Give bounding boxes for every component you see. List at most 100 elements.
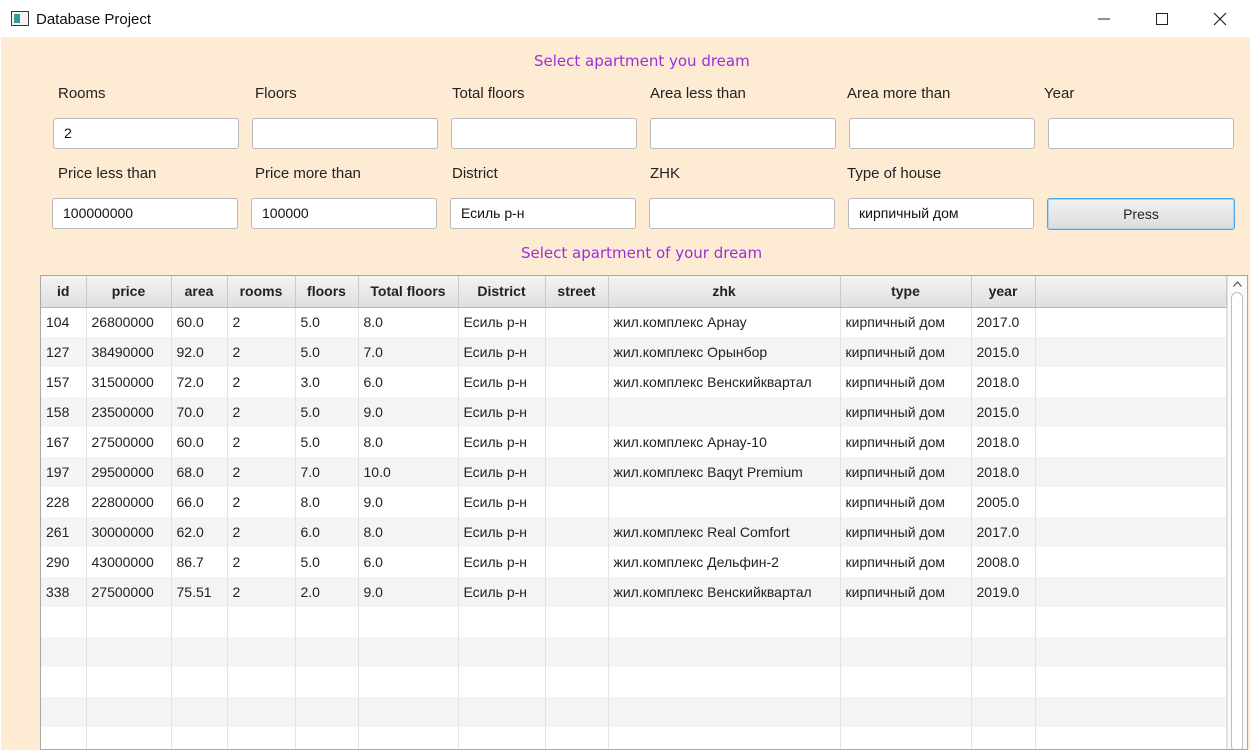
cell-rooms: 2 — [227, 367, 296, 397]
column-header-floors[interactable]: floors — [295, 276, 359, 308]
table-row[interactable]: 290 43000000 86.7 2 5.0 6.0 Есиль р-н жил.компл… — [41, 547, 1227, 577]
cell-id: 261 — [41, 517, 87, 547]
column-header-zhk[interactable]: zhk — [608, 276, 841, 308]
scroll-up-icon[interactable] — [1233, 281, 1242, 287]
cell-type: кирпичный дом — [840, 577, 972, 607]
column-header-year[interactable]: year — [971, 276, 1036, 308]
title-bar: Database Project — [0, 0, 1250, 38]
scrollbar-thumb[interactable] — [1231, 292, 1243, 749]
type-of-house-input[interactable]: кирпичный дом — [848, 198, 1034, 229]
table-row[interactable] — [41, 607, 1227, 637]
cell-price: 30000000 — [86, 517, 172, 547]
cell-id — [41, 637, 87, 667]
maximize-button[interactable] — [1134, 0, 1192, 38]
rooms-input[interactable]: 2 — [53, 118, 239, 149]
cell-id: 338 — [41, 577, 87, 607]
zhk-input[interactable] — [649, 198, 835, 229]
year-input[interactable] — [1048, 118, 1234, 149]
cell-price: 27500000 — [86, 427, 172, 457]
table-row[interactable]: 167 27500000 60.0 2 5.0 8.0 Есиль р-н жил.компл… — [41, 427, 1227, 457]
cell-type: кирпичный дом — [840, 427, 972, 457]
cell-type: кирпичный дом — [840, 397, 972, 427]
price-less-than-input[interactable]: 100000000 — [52, 198, 238, 229]
table-row[interactable]: 338 27500000 75.51 2 2.0 9.0 Есиль р-н жил.комп… — [41, 577, 1227, 607]
cell-district — [458, 637, 546, 667]
area-less-than-input[interactable] — [650, 118, 836, 149]
floors-input[interactable] — [252, 118, 438, 149]
cell-district: Есиль р-н — [458, 397, 546, 427]
cell-total-floors — [358, 607, 459, 637]
cell-id — [41, 697, 87, 727]
table-row[interactable]: 158 23500000 70.0 2 5.0 9.0 Есиль р-н кирпичный… — [41, 397, 1227, 427]
cell-year — [971, 697, 1036, 727]
cell-rooms — [227, 637, 296, 667]
cell-price — [86, 667, 172, 697]
cell-area: 66.0 — [171, 487, 228, 517]
table-row[interactable] — [41, 667, 1227, 697]
cell-year: 2017.0 — [971, 517, 1036, 547]
cell-rooms: 2 — [227, 517, 296, 547]
cell-price: 26800000 — [86, 307, 172, 337]
cell-floors — [295, 697, 359, 727]
cell-district: Есиль р-н — [458, 547, 546, 577]
cell-area — [171, 727, 228, 749]
vertical-scrollbar[interactable] — [1227, 276, 1247, 749]
column-header-total-floors[interactable]: Total floors — [358, 276, 459, 308]
cell-type: кирпичный дом — [840, 337, 972, 367]
results-table[interactable]: id price area rooms floors Total floors … — [40, 275, 1248, 750]
cell-zhk: жил.комплекс Real Comfort — [608, 517, 841, 547]
column-header-street[interactable]: street — [545, 276, 609, 308]
table-row[interactable]: 197 29500000 68.0 2 7.0 10.0 Есиль р-н жил.комп… — [41, 457, 1227, 487]
cell-rooms: 2 — [227, 307, 296, 337]
column-header-type[interactable]: type — [840, 276, 972, 308]
table-row[interactable]: 228 22800000 66.0 2 8.0 9.0 Есиль р-н кирпичный… — [41, 487, 1227, 517]
price-more-than-input[interactable]: 100000 — [251, 198, 437, 229]
cell-id: 197 — [41, 457, 87, 487]
table-row[interactable] — [41, 697, 1227, 727]
cell-zhk — [608, 487, 841, 517]
cell-year: 2008.0 — [971, 547, 1036, 577]
cell-year — [971, 607, 1036, 637]
cell-filler — [1035, 577, 1227, 607]
close-button[interactable] — [1192, 0, 1250, 38]
table-row[interactable]: 104 26800000 60.0 2 5.0 8.0 Есиль р-н жил.компл… — [41, 307, 1227, 337]
cell-price — [86, 697, 172, 727]
cell-area: 75.51 — [171, 577, 228, 607]
cell-floors: 5.0 — [295, 307, 359, 337]
window-title: Database Project — [36, 11, 152, 28]
table-row[interactable]: 127 38490000 92.0 2 5.0 7.0 Есиль р-н жил.компл… — [41, 337, 1227, 367]
cell-zhk: жил.комплекс Венскийквартал — [608, 367, 841, 397]
cell-total-floors: 9.0 — [358, 487, 459, 517]
cell-total-floors: 6.0 — [358, 547, 459, 577]
column-header-id[interactable]: id — [41, 276, 87, 308]
cell-year: 2018.0 — [971, 367, 1036, 397]
total-floors-input[interactable] — [451, 118, 637, 149]
table-row[interactable] — [41, 637, 1227, 667]
cell-zhk — [608, 607, 841, 637]
column-header-district[interactable]: District — [458, 276, 546, 308]
cell-area — [171, 637, 228, 667]
close-icon — [1213, 12, 1227, 26]
cell-year — [971, 727, 1036, 749]
type-of-house-label: Type of house — [847, 165, 942, 182]
column-header-area[interactable]: area — [171, 276, 228, 308]
app-icon — [11, 11, 29, 26]
cell-type — [840, 637, 972, 667]
column-header-price[interactable]: price — [86, 276, 172, 308]
table-row[interactable] — [41, 727, 1227, 749]
cell-id: 104 — [41, 307, 87, 337]
district-input[interactable]: Есиль р-н — [450, 198, 636, 229]
table-row[interactable]: 261 30000000 62.0 2 6.0 8.0 Есиль р-н жил.компл… — [41, 517, 1227, 547]
area-more-than-input[interactable] — [849, 118, 1035, 149]
cell-year: 2005.0 — [971, 487, 1036, 517]
area-less-than-label: Area less than — [650, 85, 746, 102]
column-header-rooms[interactable]: rooms — [227, 276, 296, 308]
cell-year: 2015.0 — [971, 337, 1036, 367]
minimize-button[interactable] — [1076, 0, 1134, 38]
press-button[interactable]: Press — [1047, 198, 1235, 230]
cell-year: 2018.0 — [971, 427, 1036, 457]
cell-zhk — [608, 397, 841, 427]
cell-zhk: жил.комплекс Baqyt Premium — [608, 457, 841, 487]
table-row[interactable]: 157 31500000 72.0 2 3.0 6.0 Есиль р-н жил.компл… — [41, 367, 1227, 397]
zhk-label: ZHK — [650, 165, 680, 182]
